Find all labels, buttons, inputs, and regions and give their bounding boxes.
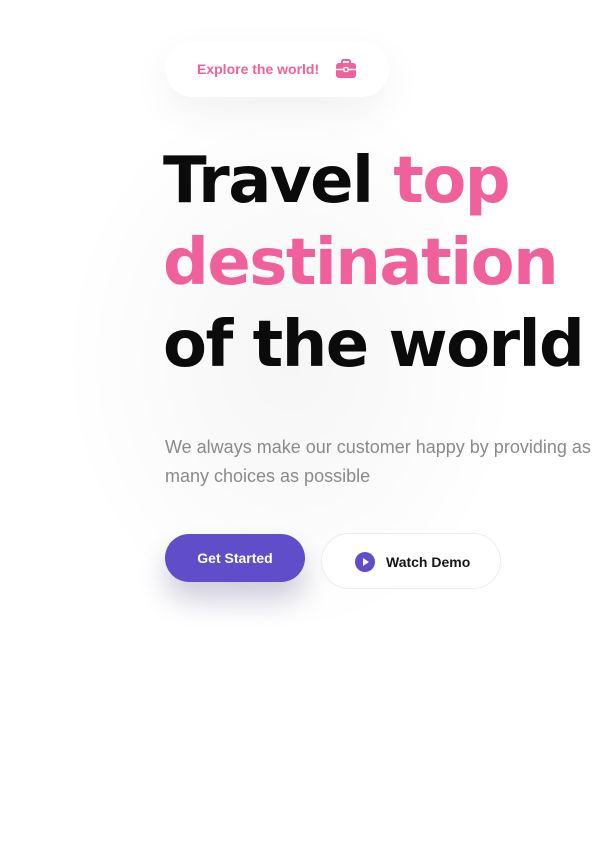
briefcase-icon xyxy=(335,59,357,79)
watch-demo-label: Watch Demo xyxy=(386,554,471,570)
get-started-button[interactable]: Get Started xyxy=(165,534,305,582)
hero-headline: Travel top destination of the world xyxy=(163,140,585,386)
headline-line-1: Travel top xyxy=(163,140,583,222)
headline-of-the-world: of the world xyxy=(163,308,585,382)
explore-badge: Explore the world! xyxy=(165,41,389,97)
play-icon xyxy=(355,552,375,572)
hero-subtitle: We always make our customer happy by pro… xyxy=(165,437,591,486)
headline-top: top xyxy=(393,144,510,218)
badge-label: Explore the world! xyxy=(197,61,320,77)
headline-destination: destination xyxy=(163,226,559,300)
watch-demo-button[interactable]: Watch Demo xyxy=(321,533,501,589)
headline-travel: Travel xyxy=(163,144,394,218)
